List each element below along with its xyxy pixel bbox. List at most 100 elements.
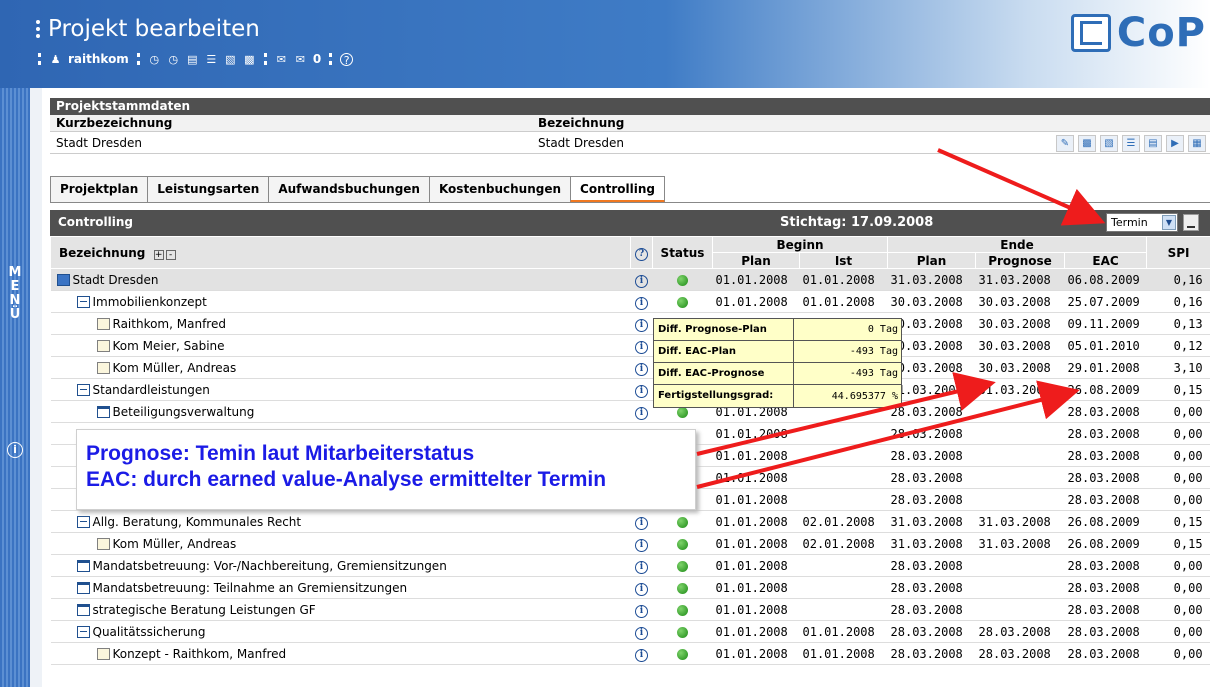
row-name[interactable]: Raithkom, Manfred <box>113 317 226 331</box>
info-icon[interactable]: i <box>635 274 648 288</box>
table-row[interactable]: Standardleistungen i 31.03.2008 31.03.2008 2… <box>50 378 1210 401</box>
tab-kostenbuchungen[interactable]: Kostenbuchungen <box>428 176 571 203</box>
structure-icon[interactable]: ▧ <box>1100 135 1118 152</box>
row-name[interactable]: Kom Müller, Andreas <box>113 361 237 375</box>
table-row[interactable]: Konzept - Raithkom, Manfred i 01.01.2008 01… <box>50 642 1210 665</box>
row-name-cell[interactable]: Konzept - Raithkom, Manfred <box>50 642 631 665</box>
table-row[interactable]: Allg. Beratung, Kommunales Recht i 01.01.2… <box>50 510 1210 533</box>
row-name-cell[interactable]: Immobilienkonzept <box>50 290 631 313</box>
tab-aufwandsbuchungen[interactable]: Aufwandsbuchungen <box>268 176 429 203</box>
info-icon[interactable]: i <box>635 516 648 530</box>
row-name[interactable]: Beteiligungsverwaltung <box>113 405 255 419</box>
row-name[interactable]: Qualitätssicherung <box>93 625 206 639</box>
help-column-header: ? <box>630 236 653 269</box>
row-name-cell[interactable]: Allg. Beratung, Kommunales Recht <box>50 510 631 533</box>
info-icon[interactable]: i <box>635 582 648 596</box>
info-icon[interactable]: i <box>635 648 648 662</box>
view-mode-select[interactable]: Termin ▼ <box>1106 213 1178 232</box>
info-icon[interactable]: i <box>635 604 648 618</box>
row-name-cell[interactable]: Qualitätssicherung <box>50 620 631 643</box>
info-icon[interactable]: i <box>635 340 648 354</box>
row-name[interactable]: Mandatsbetreuung: Vor-/Nachbereitung, Gr… <box>93 559 447 573</box>
column-header-beginn-ist: Ist <box>798 252 889 269</box>
row-name-cell[interactable]: Standardleistungen <box>50 378 631 401</box>
row-name-cell[interactable]: Mandatsbetreuung: Teilnahme an Gremiensi… <box>50 576 631 599</box>
username[interactable]: raithkom <box>68 52 129 66</box>
row-name-cell[interactable]: Stadt Dresden <box>50 268 631 291</box>
info-icon[interactable]: i <box>635 296 648 310</box>
table-row[interactable]: Mandatsbetreuung: Vor-/Nachbereitung, Gr… <box>50 554 1210 577</box>
info-icon[interactable]: i <box>635 560 648 574</box>
info-icon[interactable]: i <box>635 362 648 376</box>
table-row[interactable]: Raithkom, Manfred i 30.03.2008 30.03.2008 09… <box>50 312 1210 335</box>
minus-node-icon[interactable] <box>76 516 90 528</box>
tab-projektplan[interactable]: Projektplan <box>50 176 148 203</box>
help-icon[interactable]: ? <box>340 52 354 67</box>
table-row[interactable]: Kom Müller, Andreas i 01.01.2008 02.01.2008… <box>50 532 1210 555</box>
mail-icon[interactable]: ✉ <box>275 53 288 66</box>
report-icon[interactable]: ▤ <box>1144 135 1162 152</box>
row-name-cell[interactable]: Kom Müller, Andreas <box>50 532 631 555</box>
table-row[interactable]: Qualitätssicherung i 01.01.2008 01.01.2008 2… <box>50 620 1210 643</box>
row-name[interactable]: Kom Müller, Andreas <box>113 537 237 551</box>
row-name[interactable]: Konzept - Raithkom, Manfred <box>113 647 287 661</box>
info-icon[interactable]: i <box>7 442 23 458</box>
minus-node-icon[interactable] <box>76 384 90 396</box>
info-icon[interactable]: i <box>635 538 648 552</box>
table-row[interactable]: Mandatsbetreuung: Teilnahme an Gremiensi… <box>50 576 1210 599</box>
list-icon[interactable]: ☰ <box>1122 135 1140 152</box>
table-row[interactable]: Immobilienkonzept i 01.01.2008 01.01.2008 30… <box>50 290 1210 313</box>
row-name[interactable]: Mandatsbetreuung: Teilnahme an Gremiensi… <box>93 581 408 595</box>
beginn-plan-cell: 01.01.2008 <box>712 642 800 665</box>
minus-node-icon[interactable] <box>76 296 90 308</box>
row-name-cell[interactable]: Beteiligungsverwaltung <box>50 400 631 423</box>
row-name-cell[interactable]: Mandatsbetreuung: Vor-/Nachbereitung, Gr… <box>50 554 631 577</box>
menu-label[interactable]: M E N Ü <box>0 266 30 322</box>
table-row[interactable]: Kom Müller, Andreas i 30.03.2008 30.03.2008… <box>50 356 1210 379</box>
edit-icon[interactable]: ✎ <box>1056 135 1074 152</box>
chevron-down-icon[interactable]: ▼ <box>1162 215 1176 230</box>
side-menu[interactable]: M E N Ü i <box>0 88 30 687</box>
minus-node-icon[interactable] <box>76 626 90 638</box>
row-name-cell[interactable]: strategische Beratung Leistungen GF <box>50 598 631 621</box>
row-name[interactable]: Allg. Beratung, Kommunales Recht <box>93 515 302 529</box>
row-name[interactable]: strategische Beratung Leistungen GF <box>93 603 316 617</box>
export-icon[interactable]: ▶ <box>1166 135 1184 152</box>
row-name-cell[interactable]: Kom Meier, Sabine <box>50 334 631 357</box>
document-icon[interactable]: ▤ <box>186 53 199 66</box>
row-name-cell[interactable]: Raithkom, Manfred <box>50 312 631 335</box>
row-name[interactable]: Stadt Dresden <box>73 273 159 287</box>
clock-icon[interactable]: ◷ <box>148 53 161 66</box>
help-icon[interactable]: ? <box>635 247 648 261</box>
tab-controlling[interactable]: Controlling <box>570 176 665 203</box>
info-icon[interactable]: i <box>635 626 648 640</box>
tree-icon[interactable]: ▦ <box>1188 135 1206 152</box>
table-row[interactable]: Stadt Dresden i 01.01.2008 01.01.2008 31.03.… <box>50 268 1210 291</box>
minimize-button[interactable] <box>1183 214 1199 231</box>
clock-list-icon[interactable]: ◷ <box>167 53 180 66</box>
user-icon[interactable]: ♟ <box>49 53 62 66</box>
copy-icon[interactable]: ▩ <box>1078 135 1096 152</box>
table-row[interactable]: Beteiligungsverwaltung i 01.01.2008 28.03.2… <box>50 400 1210 423</box>
tab-divider <box>50 202 1210 203</box>
row-name[interactable]: Kom Meier, Sabine <box>113 339 225 353</box>
table-row[interactable]: Kom Meier, Sabine i 30.03.2008 30.03.2008 05… <box>50 334 1210 357</box>
info-icon[interactable]: i <box>635 318 648 332</box>
row-name-cell[interactable]: Kom Müller, Andreas <box>50 356 631 379</box>
collapse-all-icon[interactable]: - <box>165 249 176 260</box>
inbox-icon[interactable]: ✉ <box>294 53 307 66</box>
tree-list-icon[interactable]: ☰ <box>205 53 218 66</box>
eac-cell: 26.08.2009 <box>1064 378 1147 401</box>
expand-all-icon[interactable]: + <box>153 249 164 260</box>
tab-leistungsarten[interactable]: Leistungsarten <box>147 176 269 203</box>
status-green-icon <box>677 582 688 594</box>
row-name[interactable]: Standardleistungen <box>93 383 210 397</box>
row-name[interactable]: Immobilienkonzept <box>93 295 207 309</box>
table-row[interactable]: strategische Beratung Leistungen GF i 01.0… <box>50 598 1210 621</box>
card-icon[interactable]: ▩ <box>243 53 256 66</box>
hierarchy-icon[interactable]: ▧ <box>224 53 237 66</box>
info-icon[interactable]: i <box>635 384 648 398</box>
ende-prognose-cell <box>975 576 1065 599</box>
info-icon[interactable]: i <box>635 406 648 420</box>
toolbar-separator <box>38 53 41 65</box>
